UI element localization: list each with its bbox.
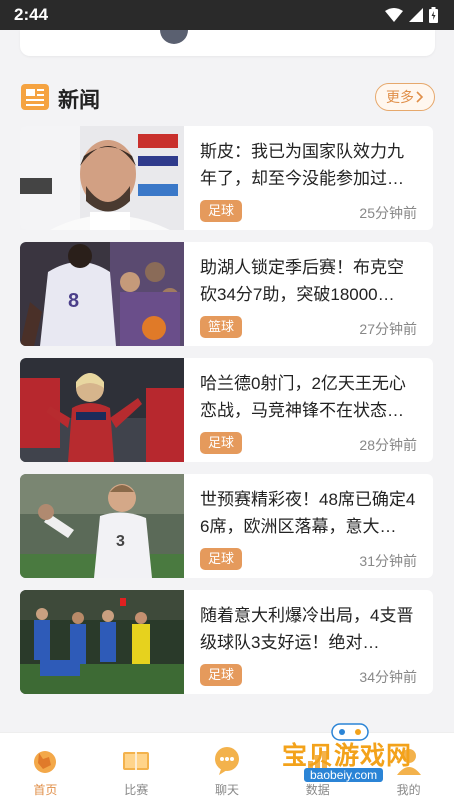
news-title: 随着意大利爆冷出局，4支晋级球队3支好运！绝对… [200, 606, 414, 652]
news-tag: 篮球 [200, 316, 243, 338]
news-time: 34分钟前 [359, 669, 417, 685]
status-bar: 2:44 [0, 0, 454, 30]
news-item[interactable]: 3 世预赛精彩夜！48席已确定46席，欧洲区落幕，意大… 足球 31分钟前 [20, 474, 433, 578]
nav-label: 比赛 [124, 783, 149, 797]
status-icons [385, 7, 438, 23]
news-item[interactable]: 8 助湖人锁定季后赛！布克空砍34分7助，突破18000… 篮球 27分钟前 [20, 242, 433, 346]
nav-match[interactable]: 比赛 [91, 733, 182, 807]
watermark-url: baobeiy.com [304, 768, 384, 782]
previous-card [20, 30, 435, 56]
more-label: 更多 [386, 89, 414, 105]
news-time: 27分钟前 [359, 321, 417, 337]
news-title: 世预赛精彩夜！48席已确定46席，欧洲区落幕，意大… [200, 490, 416, 536]
section-title: 新闻 [58, 89, 100, 112]
news-item[interactable]: 哈兰德0射门，2亿天王无心恋战，马竞神锋不在状态… 足球 28分钟前 [20, 358, 433, 462]
news-title: 助湖人锁定季后赛！布克空砍34分7助，突破18000… [200, 258, 404, 304]
news-thumbnail: 8 [20, 242, 184, 346]
news-thumbnail: 3 [20, 474, 184, 578]
news-time: 28分钟前 [359, 437, 417, 453]
wifi-icon [385, 8, 403, 22]
news-title: 哈兰德0射门，2亿天王无心恋战，马竞神锋不在状态… [200, 374, 406, 420]
news-thumbnail [20, 590, 184, 694]
battery-icon [429, 7, 438, 23]
news-item[interactable]: 随着意大利爆冷出局，4支晋级球队3支好运！绝对… 足球 34分钟前 [20, 590, 433, 694]
watermark-logo: 宝贝游戏网 baobeiy.com [282, 722, 442, 802]
nav-label: 聊天 [214, 783, 239, 797]
nav-label: 首页 [33, 783, 58, 797]
news-section-header: 新闻 更多 [20, 82, 435, 114]
chat-icon [214, 747, 239, 775]
more-button[interactable]: 更多 [375, 83, 435, 111]
home-icon [34, 751, 57, 773]
news-tag: 足球 [200, 548, 243, 570]
news-list: 斯皮：我已为国家队效力九年了，却至今没能参加过… 足球 25分钟前 8 助湖人锁… [20, 126, 433, 706]
svg-text:8: 8 [68, 290, 79, 312]
watermark-text: 宝贝游戏网 [282, 742, 413, 770]
match-icon [123, 752, 150, 770]
status-time: 2:44 [14, 5, 49, 24]
news-tag: 足球 [200, 432, 243, 454]
news-tag: 足球 [200, 664, 243, 686]
signal-icon [409, 8, 423, 22]
news-time: 31分钟前 [359, 553, 417, 569]
newspaper-icon [21, 84, 49, 110]
news-thumbnail [20, 358, 184, 462]
nav-chat[interactable]: 聊天 [182, 733, 273, 807]
svg-text:3: 3 [116, 533, 125, 550]
news-tag: 足球 [200, 200, 243, 222]
news-time: 25分钟前 [359, 205, 417, 221]
chevron-right-icon [416, 91, 424, 103]
news-item[interactable]: 斯皮：我已为国家队效力九年了，却至今没能参加过… 足球 25分钟前 [20, 126, 433, 230]
avatar [160, 30, 188, 44]
news-title: 斯皮：我已为国家队效力九年了，却至今没能参加过… [200, 142, 404, 188]
nav-home[interactable]: 首页 [0, 733, 91, 807]
news-thumbnail [20, 126, 184, 230]
